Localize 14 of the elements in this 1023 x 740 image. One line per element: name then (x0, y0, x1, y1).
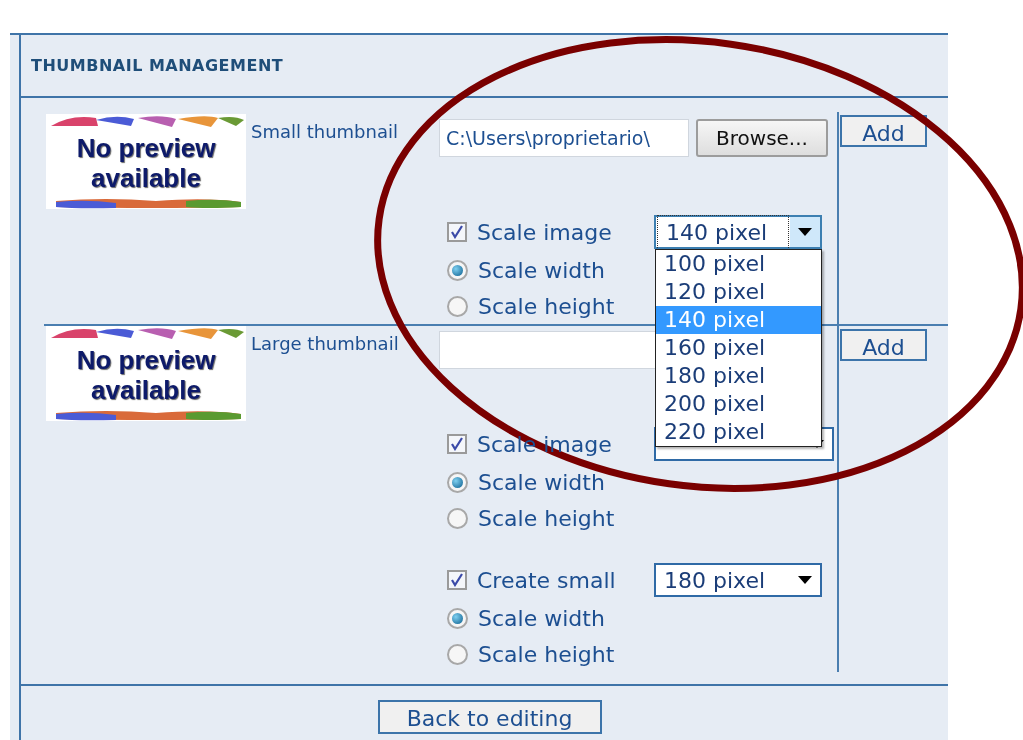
preview-caption: No preview available (75, 132, 217, 193)
option-label: Scale width (478, 468, 605, 497)
option-label: Scale image (477, 430, 612, 459)
option-label: Scale height (478, 504, 615, 533)
section-title: THUMBNAIL MANAGEMENT (31, 54, 284, 77)
option-label: Scale image (477, 218, 612, 247)
option-label: Scale height (478, 640, 615, 669)
option-label: Scale width (478, 604, 605, 633)
preview-caption: No preview available (75, 344, 217, 405)
option-label: Create small (477, 566, 616, 595)
field-label: Large thumbnail (251, 332, 400, 356)
option-label: Scale width (478, 256, 605, 285)
field-label: Small thumbnail (251, 120, 399, 144)
option-label: Scale height (478, 292, 615, 321)
